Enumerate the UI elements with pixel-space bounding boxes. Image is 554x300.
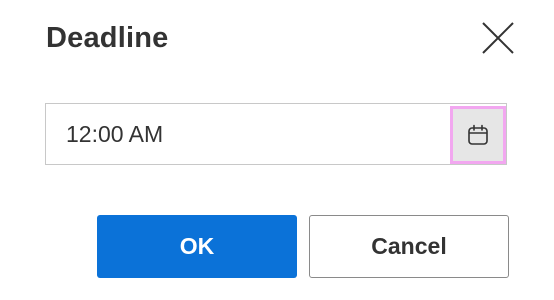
- deadline-time-value[interactable]: 12:00 AM: [66, 104, 163, 164]
- close-icon: [482, 22, 514, 54]
- calendar-icon: [468, 124, 488, 145]
- deadline-time-field[interactable]: 12:00 AM: [45, 103, 507, 165]
- close-button[interactable]: [476, 16, 520, 60]
- calendar-button[interactable]: [450, 106, 506, 164]
- cancel-button[interactable]: Cancel: [309, 215, 509, 278]
- ok-button[interactable]: OK: [97, 215, 297, 278]
- deadline-dialog: Deadline 12:00 AM OK Cancel: [0, 0, 554, 300]
- dialog-title: Deadline: [46, 22, 169, 54]
